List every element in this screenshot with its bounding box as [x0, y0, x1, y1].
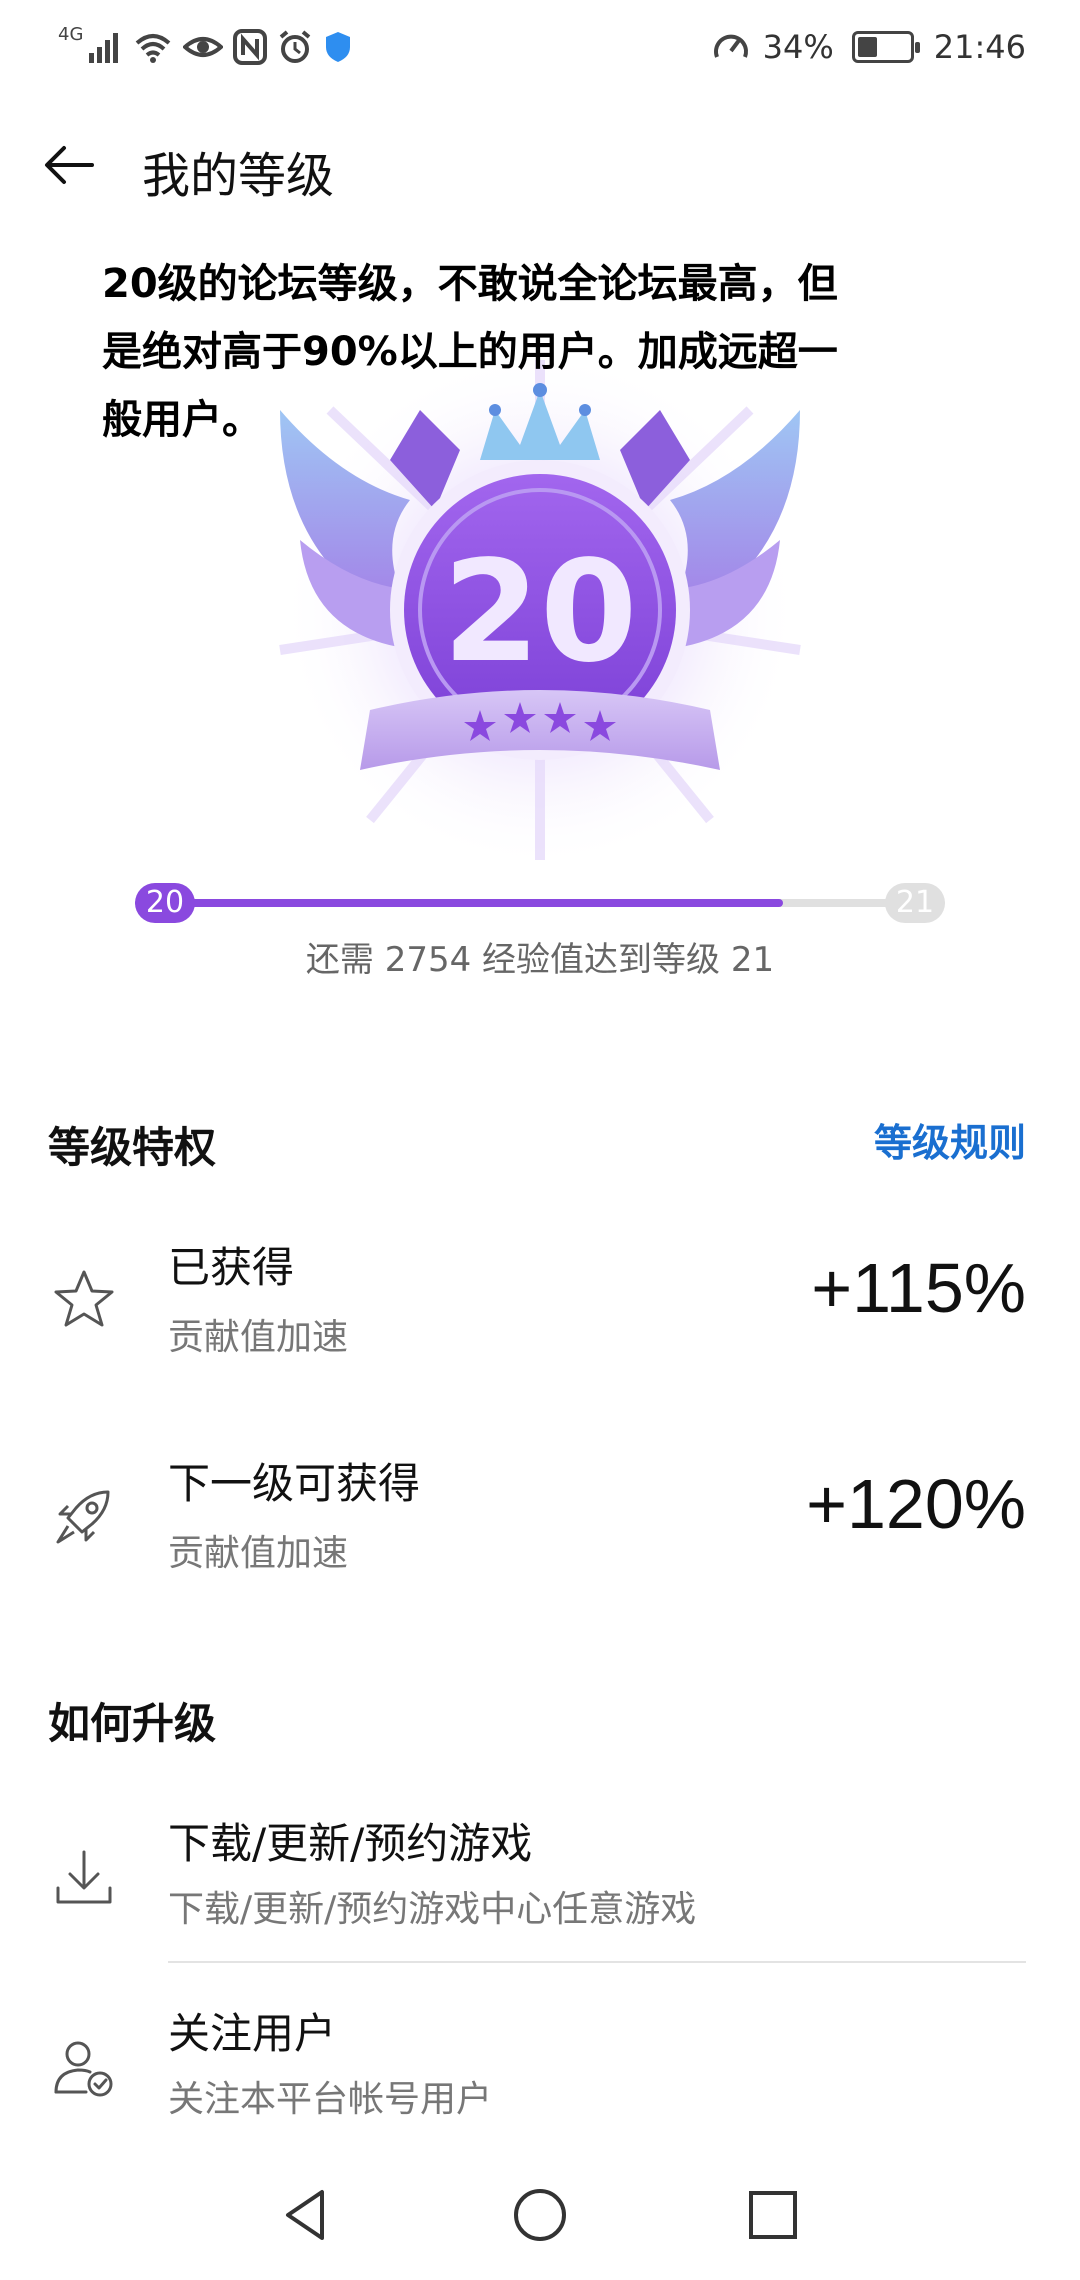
- wifi-icon: [136, 34, 171, 63]
- privilege-value: +115%: [811, 1249, 1026, 1327]
- next-level-pill: 21: [885, 883, 945, 923]
- upgrade-task-follow[interactable]: 关注用户 关注本平台帐号用户: [0, 1990, 1080, 2150]
- battery-percent: 34%: [762, 28, 834, 66]
- progress-caption: 还需 2754 经验值达到等级 21: [305, 940, 775, 980]
- data-saver-icon: [713, 34, 748, 58]
- status-icons-left: 4G: [58, 22, 353, 72]
- privilege-value: +120%: [806, 1465, 1026, 1543]
- privileges-section-title: 等级特权: [48, 1123, 217, 1172]
- progress-fill: [135, 899, 783, 907]
- task-title: 关注用户: [168, 2009, 337, 2058]
- eye-comfort-icon: [183, 37, 224, 57]
- home-circle-icon[interactable]: [505, 2180, 575, 2250]
- network-type-label: 4G: [58, 24, 84, 45]
- upgrade-section-title: 如何升级: [48, 1699, 217, 1748]
- privilege-title: 已获得: [168, 1243, 295, 1292]
- task-subtitle: 下载/更新/预约游戏中心任意游戏: [168, 1889, 697, 1930]
- level-hero: 20 20级的论坛等级，不敢说全论坛最高，但是绝对高于90%以上的用户。加成远超…: [0, 230, 1080, 870]
- system-nav-bar: [0, 2150, 1080, 2280]
- signal-icon: [89, 33, 119, 63]
- clock: 21:46: [933, 28, 1026, 66]
- page-title: 我的等级: [142, 148, 335, 204]
- task-title: 下载/更新/预约游戏: [168, 1819, 533, 1868]
- nfc-icon: [233, 29, 268, 65]
- task-divider: [168, 1961, 1026, 1963]
- privilege-subtitle: 贡献值加速: [168, 1533, 349, 1574]
- status-icons-right: 34% 21:46: [711, 22, 1026, 72]
- privilege-subtitle: 贡献值加速: [168, 1317, 349, 1358]
- badge-level-number: 20: [443, 531, 638, 694]
- privilege-item-next: 下一级可获得 贡献值加速 +120%: [0, 1436, 1080, 1596]
- follow-user-icon: [54, 2041, 113, 2097]
- battery-level: [857, 37, 877, 57]
- rocket-icon: [56, 1490, 110, 1544]
- privilege-title: 下一级可获得: [168, 1459, 421, 1508]
- alarm-icon: [280, 30, 311, 63]
- task-subtitle: 关注本平台帐号用户: [168, 2079, 493, 2120]
- app-header: 我的等级: [0, 110, 1080, 220]
- level-progress-bar: 20 21: [135, 883, 945, 923]
- status-bar: 4G 34% 21:46: [0, 0, 1080, 96]
- privilege-item-earned: 已获得 贡献值加速 +115%: [0, 1220, 1080, 1380]
- star-icon: [54, 1270, 114, 1327]
- download-icon: [56, 1850, 112, 1904]
- back-button[interactable]: [36, 132, 102, 198]
- battery-icon: [851, 31, 920, 63]
- shield-icon: [326, 32, 351, 62]
- upgrade-task-download[interactable]: 下载/更新/预约游戏 下载/更新/预约游戏中心任意游戏: [0, 1800, 1080, 1960]
- level-rules-link[interactable]: 等级规则: [874, 1112, 1026, 1167]
- level-intro-text: 20级的论坛等级，不敢说全论坛最高，但是绝对高于90%以上的用户。加成远超一般用…: [102, 261, 838, 443]
- recents-square-icon[interactable]: [738, 2180, 808, 2250]
- arrow-left-icon: [45, 146, 94, 184]
- back-triangle-icon[interactable]: [272, 2180, 342, 2250]
- current-level-pill: 20: [135, 883, 195, 923]
